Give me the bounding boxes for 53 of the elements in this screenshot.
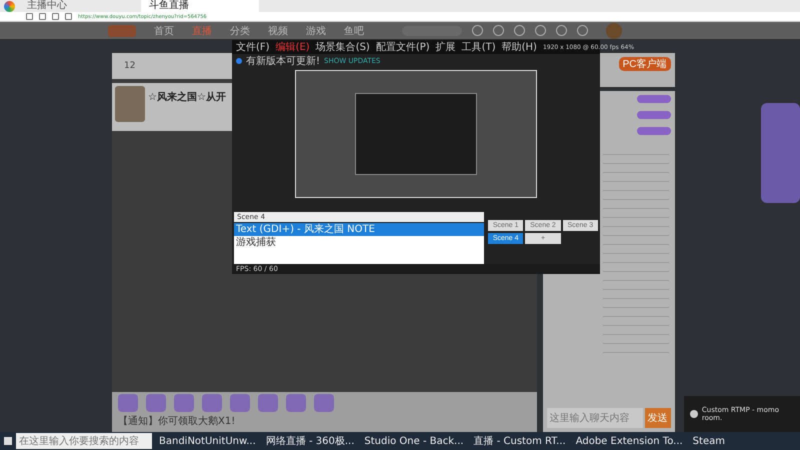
menu-item[interactable]: 工具(T)	[462, 40, 496, 54]
taskbar-app[interactable]: Steam	[690, 436, 728, 446]
browser-tab[interactable]: 斗鱼直播	[141, 0, 259, 12]
browser-logo-icon[interactable]	[4, 0, 15, 12]
menu-item[interactable]: 帮助(H)	[502, 40, 537, 54]
header-icon[interactable]	[577, 25, 588, 36]
header-icon[interactable]	[556, 25, 567, 36]
gift-icon[interactable]	[118, 394, 138, 412]
gift-icon[interactable]	[314, 394, 334, 412]
taskbar-app[interactable]: BandiNotUnitUnw...	[156, 436, 259, 446]
badge-icon	[636, 127, 671, 135]
client-button[interactable]: PC客户端	[618, 57, 671, 71]
start-icon[interactable]	[4, 437, 12, 445]
nav-link[interactable]: 首页	[154, 24, 174, 38]
nav-link[interactable]: 分类	[230, 24, 250, 38]
gift-icon[interactable]	[174, 394, 194, 412]
header-icon[interactable]	[493, 25, 504, 36]
avatar-icon[interactable]	[606, 22, 622, 38]
menu-item[interactable]: 场景集合(S)	[316, 40, 370, 54]
menu-item[interactable]: 编辑(E)	[276, 40, 310, 54]
gift-icon[interactable]	[230, 394, 250, 412]
taskbar-app[interactable]: 直播 - Custom RT...	[470, 434, 569, 448]
taskbar-app[interactable]: Studio One - Back...	[361, 436, 467, 446]
source-row[interactable]: 游戏捕获	[234, 236, 484, 249]
update-text: 有新版本可更新!	[246, 54, 320, 68]
gift-icon[interactable]	[146, 394, 166, 412]
taskbar-app[interactable]: Adobe Extension To...	[572, 436, 686, 446]
header-icon[interactable]	[514, 25, 525, 36]
nav-link[interactable]: 游戏	[306, 24, 326, 38]
header-icon[interactable]	[472, 25, 483, 36]
nav-link[interactable]: 鱼吧	[344, 24, 364, 38]
menu-item[interactable]: 配置文件(P)	[376, 40, 430, 54]
badge-icon	[636, 111, 671, 119]
menu-item[interactable]: 文件(F)	[236, 40, 270, 54]
gift-icon[interactable]	[286, 394, 306, 412]
photo-placeholder	[115, 86, 145, 122]
room-title: ☆风来之国☆从开	[148, 90, 226, 104]
taskbar-app[interactable]: 网络直播 - 360极...	[262, 434, 358, 448]
chat-input[interactable]: 这里输入聊天内容	[546, 408, 643, 428]
taskbar-search-field[interactable]: 在这里输入你要搜索的内容	[16, 433, 152, 449]
badge-icon	[636, 95, 671, 103]
info-icon	[236, 58, 242, 64]
send-button[interactable]: 发送	[644, 408, 671, 428]
header-icon[interactable]	[535, 25, 546, 36]
notice-text: 【通知】你可领取大鹅X1!	[118, 414, 236, 428]
info-icon	[690, 410, 698, 418]
gift-icon[interactable]	[258, 394, 278, 412]
source-row[interactable]: Text (GDI+) - 风来之国 NOTE	[234, 223, 484, 236]
nav-link[interactable]: 视频	[268, 24, 288, 38]
gift-icon[interactable]	[202, 394, 222, 412]
stat-value: 12	[124, 61, 136, 71]
site-logo-icon[interactable]	[108, 24, 136, 36]
menu-item[interactable]: 扩展	[436, 40, 456, 54]
